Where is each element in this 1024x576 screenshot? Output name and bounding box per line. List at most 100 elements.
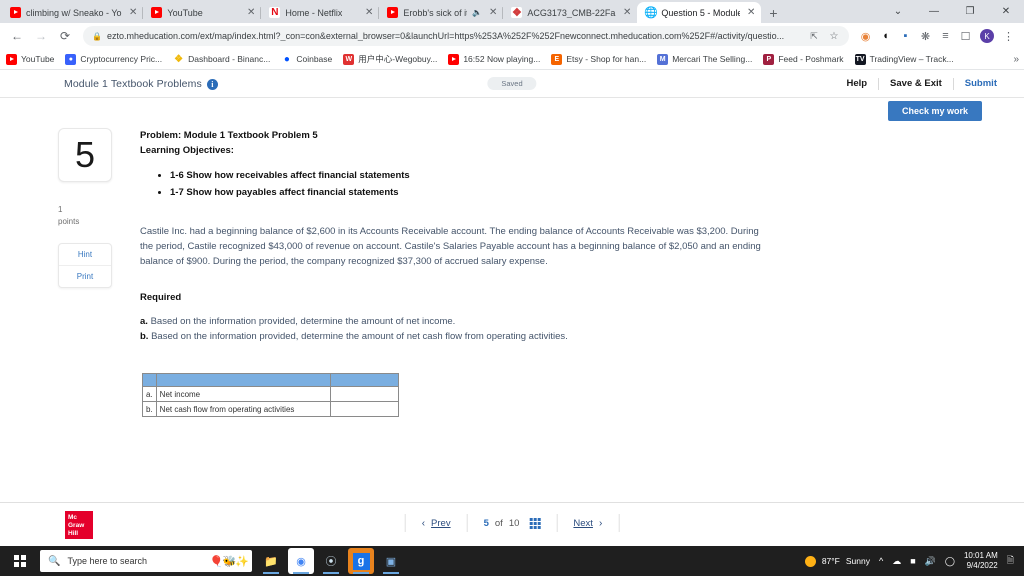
browser-tab[interactable]: ❖ ACG3173_CMB-22Fall 0032 ✕ [503, 2, 637, 23]
problem-title: Problem: Module 1 Textbook Problem 5 [140, 130, 318, 141]
close-icon[interactable]: ✕ [621, 7, 633, 18]
onedrive-icon[interactable]: ☁ [892, 556, 901, 567]
pocket-icon[interactable]: ◖ [876, 27, 895, 46]
bookmark-item[interactable]: W 用户中心-Wegobuy... [343, 53, 437, 65]
volume-icon[interactable]: 🔊 [925, 556, 936, 567]
page-indicator: 5 of 10 [468, 517, 557, 529]
header-cell-value [329, 373, 399, 388]
bookmark-item[interactable]: ❖ Dashboard - Binanc... [173, 53, 270, 65]
bookmark-item[interactable]: E Etsy - Shop for han... [551, 53, 646, 65]
close-icon[interactable]: ✕ [127, 7, 139, 18]
pinterest-save-icon[interactable]: ▪ [896, 27, 915, 46]
close-icon[interactable]: ✕ [745, 7, 757, 18]
prev-button[interactable]: Prev [431, 518, 451, 529]
browser-tab[interactable]: Erobb's sick of it - YouT 🔈 ✕ [379, 2, 504, 23]
table-header-row [142, 373, 399, 388]
grid-icon[interactable] [529, 517, 541, 529]
next-button[interactable]: Next [573, 518, 593, 529]
header-cell-marker [142, 373, 157, 388]
total-pages: 10 [508, 517, 520, 529]
tab-title: Question 5 - Module 1 Text [661, 7, 740, 18]
wifi-icon[interactable]: ◯ [945, 556, 955, 567]
address-bar[interactable]: 🔒 ezto.mheducation.com/ext/map/index.htm… [83, 26, 849, 46]
close-window-button[interactable]: ✕ [988, 0, 1024, 23]
puzzle-extensions-icon[interactable]: ❋ [916, 27, 935, 46]
chevron-left-icon[interactable]: ‹ [422, 518, 425, 529]
bookmark-item[interactable]: YouTube [6, 53, 54, 65]
browser-tab[interactable]: YouTube ✕ [143, 2, 262, 23]
extension-orange-icon[interactable]: ◉ [856, 27, 875, 46]
notification-icon[interactable]: 🗎 [1007, 553, 1014, 569]
close-icon[interactable]: ✕ [487, 7, 499, 18]
chrome-icon[interactable]: ◉ [288, 548, 314, 574]
tab-title: Erobb's sick of it - YouT [403, 7, 467, 18]
next-cell[interactable]: Next › [557, 518, 618, 529]
net-income-input[interactable] [329, 386, 399, 403]
back-icon[interactable]: ← [6, 25, 28, 47]
avatar[interactable]: K [980, 29, 994, 43]
chevron-right-icon[interactable]: › [599, 518, 602, 529]
canvas-icon: ❖ [511, 7, 523, 19]
bookmark-item[interactable]: P Feed - Poshmark [763, 53, 844, 65]
bookmarks-bar: YouTube ● Cryptocurrency Pric... ❖ Dashb… [0, 49, 1024, 70]
new-tab-button[interactable]: + [761, 6, 785, 23]
sidepanel-icon[interactable]: ☐ [956, 27, 975, 46]
print-button[interactable]: Print [59, 265, 111, 287]
assignment-page: Module 1 Textbook Problems i Saved Help … [0, 70, 1024, 546]
tab-strip: climbing w/ Sneako - YouTu ✕ YouTube ✕ N… [0, 0, 1024, 23]
bookmark-item[interactable]: 16:52 Now playing... [448, 53, 540, 65]
start-button[interactable] [0, 555, 40, 567]
browser-tab-active[interactable]: 🌐 Question 5 - Module 1 Text ✕ [637, 2, 762, 23]
save-and-exit-link[interactable]: Save & Exit [879, 78, 953, 89]
search-input[interactable]: Type here to search [67, 556, 147, 566]
bookmark-item[interactable]: M Mercari The Selling... [657, 53, 752, 65]
reading-list-icon[interactable]: ≡ [936, 27, 955, 46]
clock[interactable]: 10:01 AM 9/4/2022 [964, 551, 998, 572]
browser-tab[interactable]: climbing w/ Sneako - YouTu ✕ [2, 2, 144, 23]
objectives-title: Learning Objectives: [140, 145, 234, 157]
bookmark-item[interactable]: TV TradingView – Track... [854, 53, 954, 65]
browser-tab[interactable]: N Home - Netflix ✕ [261, 2, 380, 23]
weather-widget[interactable]: 87°F Sunny [804, 555, 870, 567]
hint-button[interactable]: Hint [59, 244, 111, 265]
youtube-icon [6, 53, 17, 65]
prev-cell[interactable]: ‹ Prev [406, 518, 467, 529]
g-app-icon[interactable]: g [348, 548, 374, 574]
row-marker: b. [142, 401, 157, 418]
question-body: 5 1 points Hint Print Problem: Module 1 … [0, 124, 1024, 418]
row-description: Net income [155, 386, 331, 403]
maximize-button[interactable]: ❐ [952, 0, 988, 23]
status-badge: Saved [487, 77, 537, 90]
youtube-icon [387, 7, 399, 18]
check-my-work-button[interactable]: Check my work [887, 101, 982, 121]
poshmark-icon: P [763, 53, 775, 65]
steam-icon[interactable]: ⦿ [318, 548, 344, 574]
chrome-menu-icon[interactable]: ⋮ [999, 27, 1018, 46]
info-icon[interactable]: i [206, 79, 218, 90]
bookmark-item[interactable]: ● Coinbase [281, 53, 332, 65]
share-icon[interactable]: ⇱ [808, 30, 820, 42]
file-explorer-icon[interactable]: 📁 [258, 548, 284, 574]
minimize-button[interactable]: — [916, 0, 952, 23]
chevron-up-icon[interactable]: ^ [879, 556, 883, 566]
bookmark-label: Feed - Poshmark [778, 54, 844, 64]
help-link[interactable]: Help [835, 78, 878, 89]
tab-search-icon[interactable]: ⌄ [880, 0, 916, 23]
bookmarks-overflow-icon[interactable]: » [1013, 54, 1019, 65]
taskbar-search[interactable]: 🔍 Type here to search 🎈🐝✨ [40, 550, 252, 572]
battery-icon[interactable]: ■ [910, 556, 915, 566]
bookmark-item[interactable]: ● Cryptocurrency Pric... [65, 53, 162, 65]
net-cash-flow-input[interactable] [329, 401, 399, 418]
forward-icon[interactable]: → [30, 25, 52, 47]
mute-audio-icon[interactable]: 🔈 [472, 8, 482, 17]
close-icon[interactable]: ✕ [363, 7, 375, 18]
bookmark-star-icon[interactable]: ☆ [828, 30, 840, 42]
reload-icon[interactable]: ⟳ [54, 25, 76, 47]
submit-link[interactable]: Submit [954, 78, 1008, 89]
requirements-list: a. Based on the information provided, de… [140, 314, 984, 345]
calculator-icon[interactable]: ▣ [378, 548, 404, 574]
row-marker: a. [142, 386, 157, 403]
close-icon[interactable]: ✕ [245, 7, 257, 18]
pagination: ‹ Prev 5 of 10 Next › [404, 514, 620, 532]
requirement-text: Based on the information provided, deter… [151, 331, 568, 343]
